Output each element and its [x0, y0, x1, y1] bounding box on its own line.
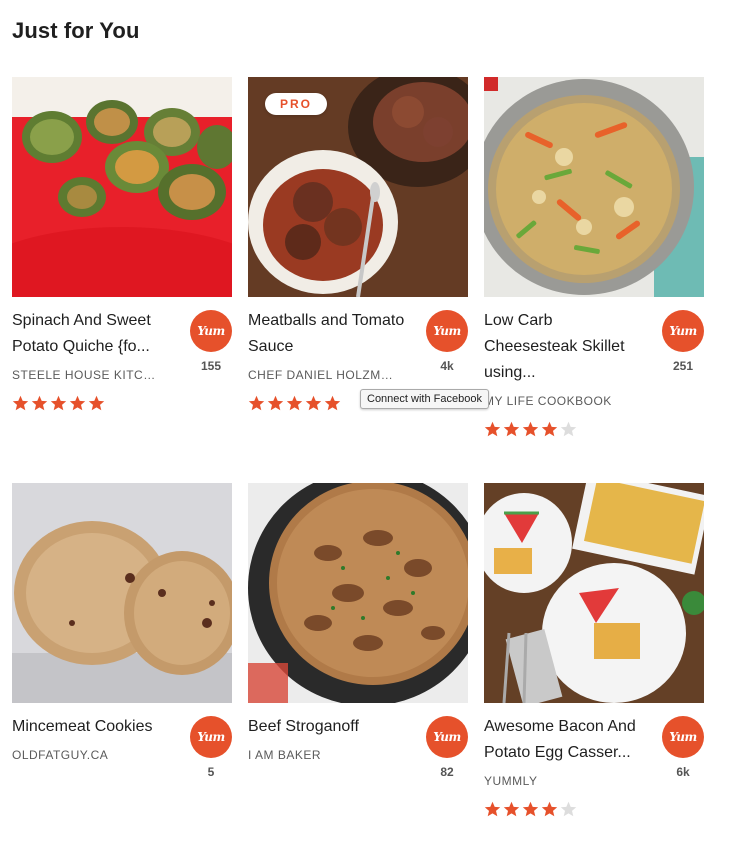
yum-count: 6k	[676, 765, 690, 779]
card-body: Meatballs and Tomato Sauce CHEF DANIEL H…	[248, 297, 468, 437]
casserole-photo	[484, 483, 704, 703]
star-filled-icon	[88, 395, 105, 411]
star-filled-icon	[324, 395, 341, 411]
recipe-source[interactable]: OLDFATGUY.CA	[12, 747, 162, 763]
star-filled-icon	[31, 395, 48, 411]
star-empty-icon	[560, 421, 577, 437]
card-body: Low Carb Cheesesteak Skillet using... MY…	[484, 297, 704, 437]
star-filled-icon	[541, 421, 558, 437]
star-filled-icon	[50, 395, 67, 411]
stroganoff-photo	[248, 483, 468, 703]
recipe-image[interactable]	[484, 77, 704, 297]
card-body: Mincemeat Cookies OLDFATGUY.CA Yum 5	[12, 703, 232, 843]
star-filled-icon	[305, 395, 322, 411]
star-filled-icon	[267, 395, 284, 411]
star-rating	[484, 801, 634, 818]
star-rating	[12, 395, 162, 412]
yum-button[interactable]: Yum	[662, 310, 704, 352]
recipe-source[interactable]: MY LIFE COOKBOOK	[484, 393, 634, 409]
skillet-photo	[484, 77, 704, 297]
star-filled-icon	[12, 395, 29, 411]
star-filled-icon	[69, 395, 86, 411]
recipe-card[interactable]: Awesome Bacon And Potato Egg Casser... Y…	[484, 483, 704, 843]
cookies-photo	[12, 483, 232, 703]
yum-button[interactable]: Yum	[426, 310, 468, 352]
recipe-title[interactable]: Spinach And Sweet Potato Quiche {fo...	[12, 308, 162, 360]
recipe-card[interactable]: Beef Stroganoff I AM BAKER Yum 82	[248, 483, 468, 843]
star-filled-icon	[541, 801, 558, 817]
pro-badge: PRO	[265, 93, 327, 115]
recipe-image[interactable]: PRO	[248, 77, 468, 297]
yum-button[interactable]: Yum	[426, 716, 468, 758]
yum-count: 5	[207, 765, 215, 779]
recipe-image[interactable]	[12, 483, 232, 703]
yum-count: 4k	[440, 359, 454, 373]
star-filled-icon	[248, 395, 265, 411]
recipe-image[interactable]	[484, 483, 704, 703]
recipe-card[interactable]: Low Carb Cheesesteak Skillet using... MY…	[484, 77, 704, 437]
star-filled-icon	[286, 395, 303, 411]
recipe-card[interactable]: Spinach And Sweet Potato Quiche {fo... S…	[12, 77, 232, 437]
recipe-source[interactable]: CHEF DANIEL HOLZMAN	[248, 367, 398, 383]
yum-button[interactable]: Yum	[190, 310, 232, 352]
yum-count: 251	[672, 359, 694, 373]
section-title: Just for You	[12, 18, 140, 43]
yum-button[interactable]: Yum	[662, 716, 704, 758]
star-filled-icon	[503, 421, 520, 437]
recipe-card[interactable]: Mincemeat Cookies OLDFATGUY.CA Yum 5	[12, 483, 232, 843]
recipe-title[interactable]: Mincemeat Cookies	[12, 714, 172, 740]
yum-button[interactable]: Yum	[190, 716, 232, 758]
recipe-source[interactable]: STEELE HOUSE KITCH...	[12, 367, 162, 383]
recipe-image[interactable]	[248, 483, 468, 703]
recipe-title[interactable]: Low Carb Cheesesteak Skillet using...	[484, 308, 634, 386]
recipe-image[interactable]	[12, 77, 232, 297]
yum-count: 82	[440, 765, 454, 779]
card-body: Awesome Bacon And Potato Egg Casser... Y…	[484, 703, 704, 843]
star-filled-icon	[522, 801, 539, 817]
star-empty-icon	[560, 801, 577, 817]
yum-count: 155	[200, 359, 222, 373]
card-body: Beef Stroganoff I AM BAKER Yum 82	[248, 703, 468, 843]
star-rating	[484, 421, 634, 438]
recipe-title[interactable]: Meatballs and Tomato Sauce	[248, 308, 408, 360]
recipe-source[interactable]: YUMMLY	[484, 773, 634, 789]
recipe-title[interactable]: Awesome Bacon And Potato Egg Casser...	[484, 714, 644, 766]
quiche-photo	[12, 77, 232, 297]
recipe-source[interactable]: I AM BAKER	[248, 747, 398, 763]
card-body: Spinach And Sweet Potato Quiche {fo... S…	[12, 297, 232, 437]
star-filled-icon	[484, 801, 501, 817]
recipe-card[interactable]: PRO Meatballs and Tomato Sauce CHEF DANI…	[248, 77, 468, 437]
facebook-tooltip: Connect with Facebook	[360, 389, 489, 409]
star-filled-icon	[522, 421, 539, 437]
recipe-title[interactable]: Beef Stroganoff	[248, 714, 408, 740]
star-filled-icon	[503, 801, 520, 817]
star-filled-icon	[484, 421, 501, 437]
